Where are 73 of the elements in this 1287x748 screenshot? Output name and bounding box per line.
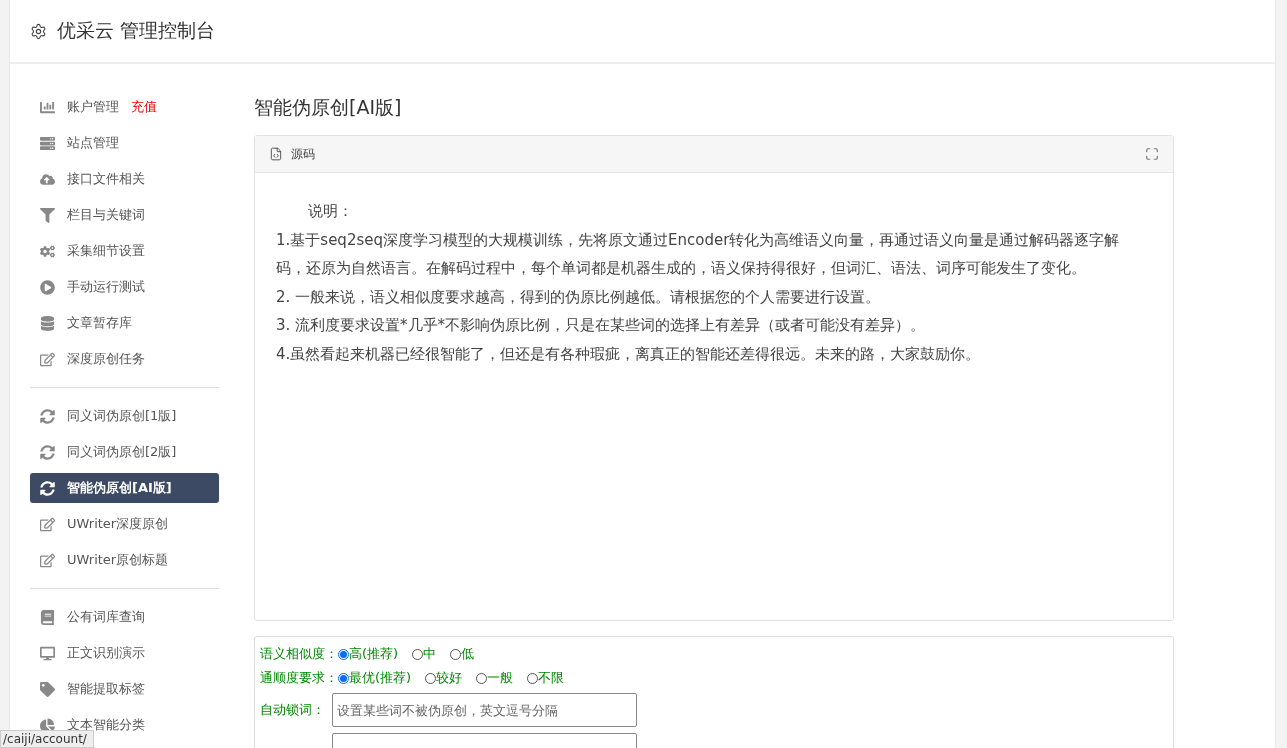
sidebar-item[interactable]: 栏目与关键词 [30,200,219,230]
sidebar-item[interactable]: 正文识别演示 [30,638,219,668]
sidebar-label: 栏目与关键词 [67,206,145,224]
edit-icon [40,516,55,532]
sidebar-label: 同义词伪原创[2版] [67,443,177,461]
book-icon [40,609,55,625]
radio-option[interactable]: 较好 [425,669,463,687]
sidebar-label: 账户管理 [67,98,119,116]
radio-option[interactable]: 高(推荐) [338,645,399,663]
sidebar-label: 文章暂存库 [67,314,132,332]
sidebar-item[interactable]: 公有词库查询 [30,602,219,632]
sidebar-item[interactable]: UWriter原创标题 [30,545,219,575]
setting-label: 自动锁词： [260,701,326,719]
cloud-upload-icon [40,171,55,187]
sidebar-label: 手动运行测试 [67,278,145,296]
page-title: 智能伪原创[AI版] [254,95,403,120]
sidebar-label: UWriter深度原创 [67,515,169,533]
setting-label: 通顺度要求： [260,669,338,687]
sidebar-label: 智能提取标签 [67,680,145,698]
sidebar-item[interactable]: 账户管理 充值 [30,92,219,122]
sidebar-label: 采集细节设置 [67,242,145,260]
radio-option[interactable]: 中 [412,645,437,663]
sidebar-label: UWriter原创标题 [67,551,169,569]
explanation-paragraph: 1.基于seq2seq深度学习模型的大规模训练，先将原文通过Encoder转化为高维语义向量，再通过语义向量是通过解码器逐字解码，还原为自然语言。在解码过程中，每个单词都是机器生成的，语义保持得很好，但词汇、语法、词序可能发生了变化。 [276,229,1121,279]
sidebar-label: 正文识别演示 [67,644,145,662]
code-file-icon [269,147,283,161]
sidebar-label: 站点管理 [67,134,119,152]
sync-icon [40,480,55,496]
sidebar-item[interactable]: 智能提取标签 [30,674,219,704]
sidebar-label: 智能伪原创[AI版] [67,479,172,497]
sidebar-item[interactable]: 站点管理 [30,128,219,158]
sidebar-label: 公有词库查询 [67,608,145,626]
filter-icon [40,207,55,223]
explanation-paragraph: 3. 流利度要求设置*几乎*不影响伪原比例，只是在某些词的选择上有差异（或者可能没有差异）。 [276,315,927,336]
fullscreen-icon[interactable] [1145,147,1159,161]
database-icon [40,315,55,331]
radio-option[interactable]: 一般 [476,669,514,687]
sidebar-item[interactable]: 同义词伪原创[2版] [30,437,219,467]
sidebar-item[interactable]: 采集细节设置 [30,236,219,266]
explanation-paragraph: 2. 一般来说，语义相似度要求越高，得到的伪原比例越低。请根据您的个人需要进行设置。 [276,286,882,308]
recharge-link[interactable]: 充值 [131,98,157,116]
bar-chart-icon [40,99,55,115]
setting-label: 语义相似度： [260,645,338,663]
radio-option[interactable]: 不限 [527,669,565,687]
edit-icon [40,552,55,568]
sidebar-label: 文本智能分类 [67,716,145,733]
sidebar-item[interactable]: UWriter深度原创 [30,509,219,539]
sync-icon [40,444,55,460]
sidebar-label: 接口文件相关 [67,170,145,188]
radio-option[interactable]: 最优(推荐) [338,669,412,687]
status-url: /caiji/account/ [0,730,94,748]
sidebar-label: 同义词伪原创[1版] [67,407,177,425]
radio-option[interactable]: 低 [450,645,475,663]
monitor-icon [40,645,55,661]
input-field[interactable]: 设置某些词不被伪原创，英文逗号分隔 [332,693,637,727]
sidebar-item[interactable]: 同义词伪原创[1版] [30,401,219,431]
sync-icon [40,408,55,424]
panel-title: 源码 [291,145,315,163]
sidebar-label: 深度原创任务 [67,350,145,368]
app-title: 优采云 管理控制台 [57,18,216,43]
sidebar-item[interactable]: 文章暂存库 [30,308,219,338]
sidebar-item[interactable]: 智能伪原创[AI版] [30,473,219,503]
sidebar-item[interactable]: 深度原创任务 [30,344,219,374]
sidebar-item[interactable]: 接口文件相关 [30,164,219,194]
settings-icon [30,22,47,40]
explanation-heading: 说明： [307,201,354,222]
explanation-paragraph: 4.虽然看起来机器已经很智能了，但还是有各种瑕疵，离真正的智能还差得很远。未来的路，大家鼓励你。 [276,343,982,365]
sidebar-item[interactable]: 手动运行测试 [30,272,219,302]
server-icon [40,135,55,151]
edit-icon [40,351,55,367]
play-icon [40,279,55,295]
gears-icon [40,243,55,259]
tag-icon [40,681,55,697]
